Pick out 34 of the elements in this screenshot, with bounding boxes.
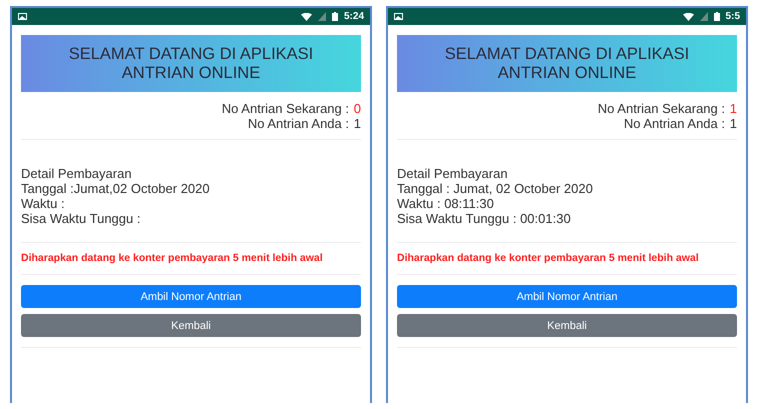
current-queue-label: No Antrian Sekarang : xyxy=(598,101,725,116)
back-button[interactable]: Kembali xyxy=(397,314,737,337)
banner-title: ANTRIAN ONLINE xyxy=(122,64,260,82)
detail-line: Sisa Waktu Tunggu : xyxy=(21,211,142,226)
banner-title: SELAMAT DATANG DI APLIKASI xyxy=(444,44,690,64)
detail-line: Tanggal : Jumat, 02 October 2020 xyxy=(397,181,594,196)
banner-title: ANTRIAN ONLINE xyxy=(498,64,636,82)
take-number-button[interactable]: Ambil Nomor Antrian xyxy=(397,285,737,308)
back-button[interactable]: Kembali xyxy=(21,314,361,337)
current-queue-number: 0 xyxy=(353,101,361,116)
detail-line: Sisa Waktu Tunggu : 00:01:30 xyxy=(397,211,572,226)
your-queue-number: 1 xyxy=(353,116,361,131)
detail-line: Tanggal :Jumat,02 October 2020 xyxy=(21,181,211,196)
notice-text: Diharapkan datang ke konter pembayaran 5 menit lebih awal xyxy=(397,243,737,275)
banner-title: SELAMAT DATANG DI APLIKASI xyxy=(68,44,314,64)
detail-title: Detail Pembayaran xyxy=(21,166,133,181)
your-queue-label: No Antrian Anda : xyxy=(248,116,349,131)
detail-line: Waktu : 08:11:30 xyxy=(397,196,495,211)
battery-icon xyxy=(714,12,720,21)
your-queue-number: 1 xyxy=(729,116,737,131)
notice-text: Diharapkan datang ke konter pembayaran 5 menit lebih awal xyxy=(21,243,361,275)
take-number-button[interactable]: Ambil Nomor Antrian xyxy=(21,285,361,308)
image-icon xyxy=(394,13,403,20)
your-queue-label: No Antrian Anda : xyxy=(624,116,725,131)
image-icon xyxy=(18,13,27,20)
battery-icon xyxy=(332,12,338,21)
current-queue-label: No Antrian Sekarang : xyxy=(222,101,349,116)
wifi-icon xyxy=(300,12,312,20)
detail-line: Waktu : xyxy=(21,196,66,211)
status-time: 5:5 xyxy=(726,11,740,22)
detail-title: Detail Pembayaran xyxy=(397,166,509,181)
current-queue-number: 1 xyxy=(729,101,737,116)
wifi-icon xyxy=(682,12,694,20)
status-time: 5:24 xyxy=(344,11,364,22)
